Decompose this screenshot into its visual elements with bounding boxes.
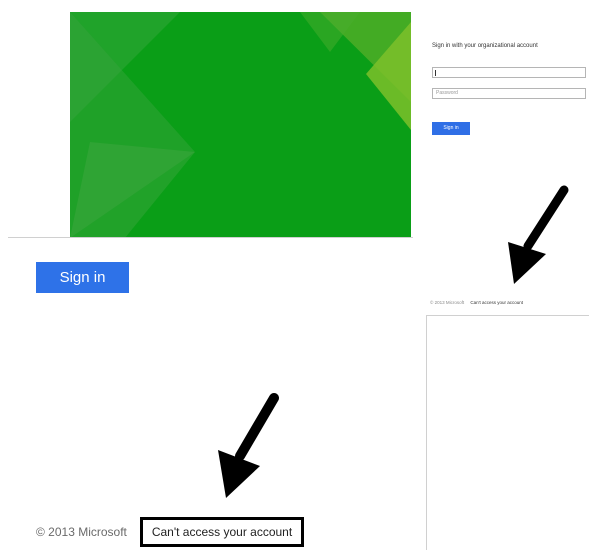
panel-border-left xyxy=(426,315,427,550)
hero-illustration xyxy=(70,12,411,238)
arrow-down-left-icon xyxy=(218,393,279,498)
panel-border-top xyxy=(426,315,589,316)
text-caret xyxy=(435,70,436,76)
password-field[interactable]: Password xyxy=(432,88,586,99)
sign-in-button[interactable]: Sign in xyxy=(36,262,129,293)
screenshot-canvas: Sign in with your organizational account… xyxy=(0,0,589,550)
signin-heading: Sign in with your organizational account xyxy=(432,43,538,49)
divider-line xyxy=(8,237,413,238)
small-sign-in-button[interactable]: Sign in xyxy=(432,122,470,135)
arrow-down-left-icon xyxy=(508,185,569,284)
small-cant-access-link[interactable]: Can't access your account xyxy=(470,300,523,305)
password-placeholder: Password xyxy=(436,90,458,96)
small-footer: © 2013 Microsoft Can't access your accou… xyxy=(430,300,523,305)
cant-access-account-link[interactable]: Can't access your account xyxy=(140,517,304,547)
small-copyright: © 2013 Microsoft xyxy=(430,300,465,305)
copyright-text: © 2013 Microsoft xyxy=(36,525,127,539)
username-field[interactable] xyxy=(432,67,586,78)
